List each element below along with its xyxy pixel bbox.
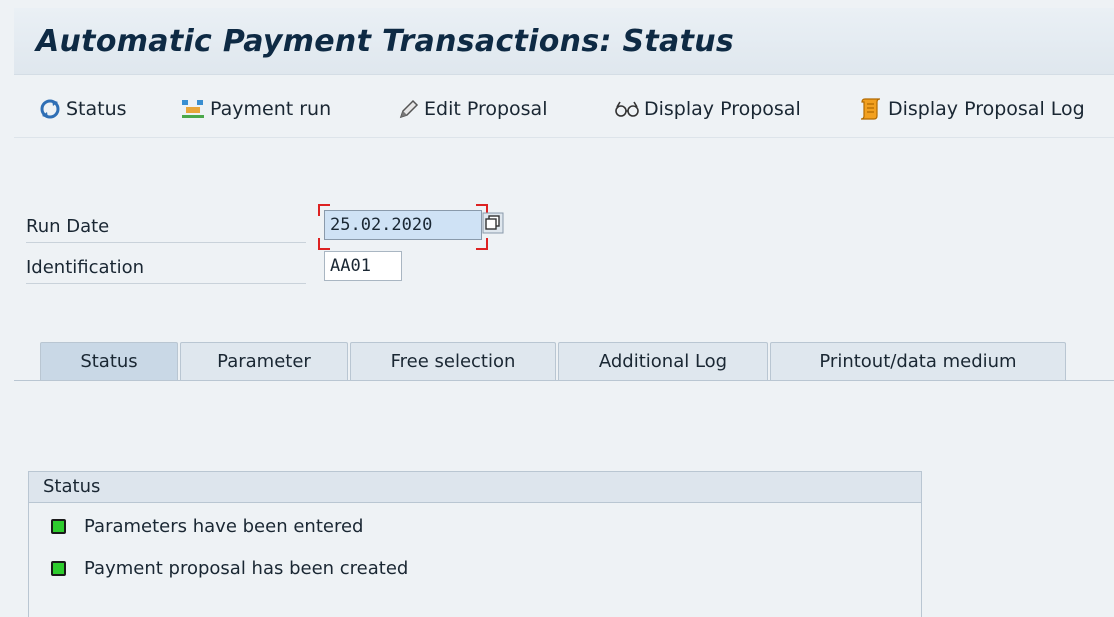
display-proposal-log-button[interactable]: Display Proposal Log [858,97,1085,121]
identification-label: Identification [26,253,306,284]
title-bar: Automatic Payment Transactions: Status [14,8,1114,75]
green-status-icon [51,518,66,534]
focus-marker [318,238,330,250]
focus-marker [476,238,488,250]
status-item: Parameters have been entered [51,514,363,538]
main-content: Run Date 25.02.2020 Identification AA01 … [14,140,1114,617]
status-group: Status Parameters have been entered Paym… [28,471,922,617]
status-item: Payment proposal has been created [51,556,408,580]
status-item-text: Parameters have been entered [84,515,364,537]
page-title: Automatic Payment Transactions: Status [36,24,735,59]
pencil-icon [399,99,419,119]
copy-icon[interactable] [482,212,504,234]
edit-proposal-button[interactable]: Edit Proposal [398,97,547,121]
tab-panel-status: Status Parameters have been entered Paym… [14,380,1114,617]
glasses-icon [615,101,639,117]
tab-printout-data-medium[interactable]: Printout/data medium [770,342,1066,380]
edit-proposal-label: Edit Proposal [424,98,548,120]
refresh-icon [40,99,60,119]
display-proposal-log-label: Display Proposal Log [888,98,1085,120]
status-group-header: Status [29,472,921,503]
focus-marker [318,204,330,216]
payment-run-label: Payment run [210,98,332,120]
tab-parameter[interactable]: Parameter [180,342,348,380]
status-item-text: Payment proposal has been created [84,557,409,579]
application-toolbar: Status Payment run Edit Proposal Display… [14,75,1114,138]
green-status-icon [51,560,66,576]
status-button[interactable]: Status [38,97,127,121]
display-proposal-label: Display Proposal [644,98,801,120]
tab-status[interactable]: Status [40,342,178,380]
payment-run-button[interactable]: Payment run [180,97,331,121]
tab-free-selection[interactable]: Free selection [350,342,556,380]
scroll-log-icon [860,98,881,120]
display-proposal-button[interactable]: Display Proposal [614,97,801,121]
run-date-field[interactable]: 25.02.2020 [324,210,482,240]
status-button-label: Status [66,98,127,120]
identification-field[interactable]: AA01 [324,251,402,281]
payment-run-icon [182,100,204,118]
tab-additional-log[interactable]: Additional Log [558,342,768,380]
run-date-label: Run Date [26,212,306,243]
